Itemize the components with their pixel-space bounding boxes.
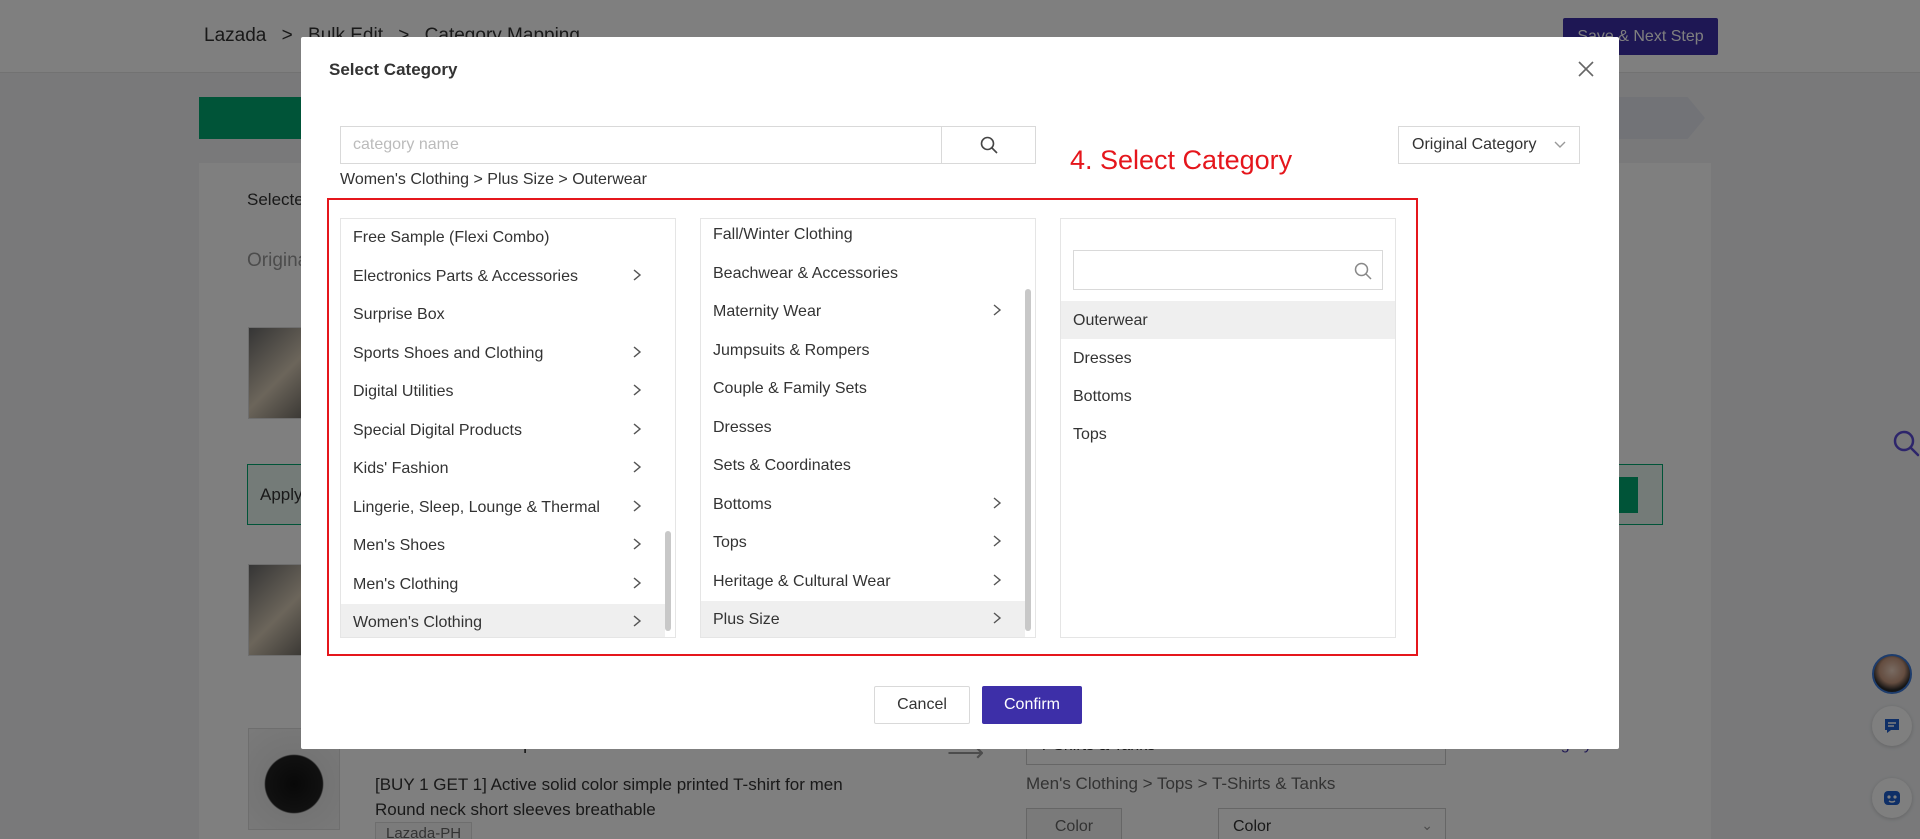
category-item[interactable]: Free Sample (Flexi Combo) (341, 219, 665, 258)
modal-title: Select Category (329, 60, 458, 79)
cancel-button[interactable]: Cancel (874, 686, 970, 724)
step-annotation: 4. Select Category (1070, 145, 1293, 175)
category-item-label: Free Sample (Flexi Combo) (353, 229, 550, 246)
category-column-level2: Fall/Winter Clothing Beachwear & Accessor… (700, 218, 1036, 638)
category-item-label: Sets & Coordinates (713, 457, 851, 474)
category-item[interactable]: Heritage & Cultural Wear (701, 563, 1025, 602)
category-item-label: Men's Clothing (353, 575, 459, 593)
category-item-label: Fall/Winter Clothing (713, 226, 853, 243)
category-item[interactable]: Fall/Winter Clothing (701, 219, 1025, 255)
category-item-label: Special Digital Products (353, 421, 522, 439)
category-item[interactable]: Digital Utilities (341, 373, 665, 412)
scrollbar[interactable] (1025, 289, 1031, 631)
chevron-right-icon (993, 496, 1002, 509)
chevron-right-icon (633, 268, 642, 281)
search-icon (980, 136, 998, 154)
chevron-right-icon (633, 576, 642, 589)
close-icon[interactable] (1575, 58, 1597, 80)
chevron-right-icon (993, 304, 1002, 316)
category-item-label: Tops (713, 534, 747, 551)
selected-category-path: Women's Clothing > Plus Size > Outerwear (340, 171, 647, 188)
category-item[interactable]: Sports Shoes and Clothing (341, 335, 665, 374)
category-item[interactable]: Outerwear (1061, 301, 1395, 339)
category-column-level1: Free Sample (Flexi Combo) Electronics Par… (340, 218, 676, 638)
category-search-box (340, 126, 1036, 164)
category-item[interactable]: Dresses (701, 409, 1025, 448)
chevron-right-icon (993, 612, 1002, 624)
category-list: Fall/Winter Clothing Beachwear & Accessor… (701, 219, 1025, 637)
category-item[interactable]: Men's Clothing (341, 566, 665, 605)
category-item-label: Heritage & Cultural Wear (713, 572, 891, 590)
category-item-label: Maternity Wear (713, 303, 822, 320)
category-item-label: Dresses (713, 418, 772, 436)
category-item[interactable]: Men's Shoes (341, 527, 665, 566)
scrollbar[interactable] (665, 531, 671, 631)
category-item[interactable]: Women's Clothing (341, 604, 665, 637)
category-item[interactable]: Tops (701, 524, 1025, 563)
category-item[interactable]: Surprise Box (341, 296, 665, 335)
category-item-label: Dresses (1073, 350, 1132, 367)
category-item-label: Tops (1073, 426, 1107, 443)
category-item-label: Men's Shoes (353, 537, 445, 554)
category-item-label: Outerwear (1073, 312, 1148, 329)
category-item-label: Electronics Parts & Accessories (353, 267, 578, 285)
category-item-label: Bottoms (1073, 388, 1132, 405)
category-item[interactable]: Dresses (1061, 339, 1395, 377)
category-column-level3: Outerwear Dresses Bottoms Tops (1060, 218, 1396, 638)
chevron-right-icon (633, 384, 642, 396)
category-item[interactable]: Couple & Family Sets (701, 370, 1025, 409)
category-item[interactable]: Bottoms (701, 486, 1025, 525)
chevron-right-icon (633, 422, 642, 435)
search-icon (1354, 262, 1372, 280)
column-search-input[interactable] (1073, 250, 1383, 290)
chevron-right-icon (993, 535, 1002, 547)
category-list: Outerwear Dresses Bottoms Tops (1061, 301, 1395, 453)
category-item[interactable]: Tops (1061, 415, 1395, 453)
chevron-down-icon (1554, 141, 1566, 148)
original-category-dropdown[interactable]: Original Category (1398, 126, 1580, 164)
category-item-label: Women's Clothing (353, 614, 483, 631)
category-item[interactable]: Beachwear & Accessories (701, 255, 1025, 294)
category-item-label: Kids' Fashion (353, 460, 449, 477)
category-item-label: Beachwear & Accessories (713, 264, 898, 282)
category-item[interactable]: Plus Size (701, 601, 1025, 637)
category-item[interactable]: Electronics Parts & Accessories (341, 258, 665, 297)
category-item[interactable]: Special Digital Products (341, 412, 665, 451)
chevron-right-icon (633, 538, 642, 550)
category-item[interactable]: Jumpsuits & Rompers (701, 332, 1025, 371)
category-list: Free Sample (Flexi Combo) Electronics Par… (341, 219, 665, 637)
chevron-right-icon (633, 461, 642, 473)
category-item-label: Couple & Family Sets (713, 380, 867, 397)
chevron-right-icon (633, 615, 642, 627)
chevron-right-icon (633, 345, 642, 358)
chevron-right-icon (993, 573, 1002, 586)
confirm-button[interactable]: Confirm (982, 686, 1082, 724)
original-category-label: Original Category (1412, 136, 1537, 153)
category-item-label: Surprise Box (353, 306, 445, 323)
category-item-label: Digital Utilities (353, 383, 454, 400)
category-item-label: Jumpsuits & Rompers (713, 341, 870, 359)
category-item-label: Plus Size (713, 611, 780, 628)
category-item[interactable]: Bottoms (1061, 377, 1395, 415)
category-item[interactable]: Kids' Fashion (341, 450, 665, 489)
category-search-input[interactable] (341, 127, 941, 163)
category-item-label: Bottoms (713, 495, 772, 513)
category-item-label: Sports Shoes and Clothing (353, 344, 544, 362)
category-item[interactable]: Lingerie, Sleep, Lounge & Thermal (341, 489, 665, 528)
category-item-label: Lingerie, Sleep, Lounge & Thermal (353, 498, 600, 516)
category-item[interactable]: Sets & Coordinates (701, 447, 1025, 486)
category-item[interactable]: Maternity Wear (701, 293, 1025, 332)
chevron-right-icon (633, 499, 642, 512)
search-button[interactable] (941, 127, 1035, 163)
